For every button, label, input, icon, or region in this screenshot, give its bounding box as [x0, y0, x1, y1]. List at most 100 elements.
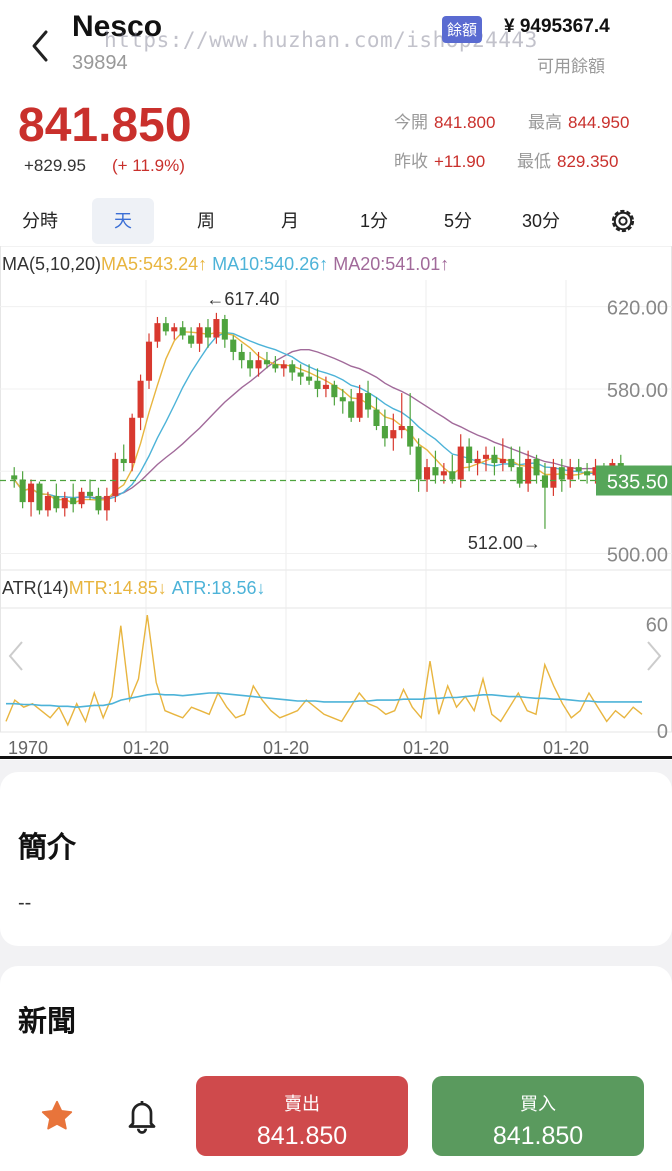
- candle-body-2: [28, 483, 35, 503]
- stat-prev-close: 昨收 +11.90: [394, 147, 485, 172]
- candle-body-9: [87, 491, 94, 496]
- candle-body-63: [541, 475, 548, 488]
- price-axis: 620.00580.00540.00500.00535.50: [0, 298, 672, 567]
- min-price-annotation: 512.00→: [468, 533, 541, 553]
- price-tick-3: 500.00: [607, 545, 668, 567]
- candle-body-27: [238, 351, 245, 361]
- stock-detail-panel: Nesco 39894 https://www.huzhan.com/ishop…: [0, 0, 672, 760]
- candle-body-56: [482, 454, 490, 459]
- tab-week[interactable]: 周: [176, 198, 236, 244]
- scroll-left-icon: [8, 641, 23, 671]
- atr-tick-0: 60: [646, 615, 668, 637]
- candle-body-0: [11, 475, 18, 480]
- candle-body-52: [449, 471, 456, 480]
- candle-body-26: [230, 339, 237, 352]
- candle-body-49: [423, 467, 431, 480]
- candle-body-3: [36, 483, 43, 511]
- current-price-tag-label: 535.50: [607, 472, 668, 494]
- stat-high: 最高 844.950: [528, 108, 629, 133]
- candle-body-30: [263, 360, 270, 365]
- gear-icon[interactable]: [608, 206, 638, 236]
- candle-body-33: [289, 364, 296, 373]
- candle-body-6: [61, 498, 68, 509]
- candle-body-58: [499, 458, 506, 464]
- stat-open: 今開 841.800: [394, 108, 495, 133]
- ma20-legend: MA20:541.01↑: [333, 254, 450, 274]
- candle-body-66: [567, 467, 574, 480]
- star-icon[interactable]: [38, 1098, 76, 1134]
- candle-body-36: [314, 380, 321, 389]
- atr-legend-label: ATR(14): [2, 578, 69, 598]
- candle-body-5: [53, 495, 60, 509]
- candle-body-50: [432, 467, 439, 476]
- action-bar: 賣出 841.850 買入 841.850: [0, 1060, 672, 1171]
- candle-body-38: [331, 384, 338, 398]
- candle-body-54: [466, 446, 473, 464]
- candle-body-19: [171, 327, 178, 332]
- stat-low: 最低 829.350: [517, 147, 618, 172]
- candle-body-42: [365, 393, 372, 410]
- sell-label: 賣出: [284, 1094, 320, 1114]
- atr-line: [6, 692, 642, 709]
- x-tick-1: 01-20: [123, 738, 169, 756]
- tab-30min[interactable]: 30分: [510, 198, 572, 244]
- price-chart[interactable]: 620.00580.00540.00500.00535.50 600 19700…: [0, 246, 672, 756]
- mtr-line: [5, 615, 643, 727]
- news-title: 新聞: [18, 1006, 77, 1038]
- stat-prev-label: 昨收: [394, 152, 428, 171]
- candle-body-39: [339, 397, 346, 402]
- x-axis: 1970 01-20 01-20 01-20 01-20: [8, 738, 589, 756]
- back-button[interactable]: [26, 26, 54, 66]
- intro-card: 簡介 --: [0, 772, 672, 946]
- ma5-legend: MA5:543.24↑: [101, 254, 208, 274]
- candle-body-17: [154, 323, 161, 342]
- candle-body-32: [280, 364, 287, 369]
- candle-body-43: [373, 409, 380, 426]
- candle-body-12: [112, 458, 119, 496]
- balance-badge: 餘額: [442, 16, 483, 43]
- x-tick-0: 1970: [8, 738, 48, 756]
- candle-body-7: [70, 498, 77, 505]
- price-tick-1: 580.00: [607, 380, 668, 402]
- candle-body-14: [129, 417, 136, 464]
- sell-button[interactable]: 賣出 841.850: [196, 1076, 408, 1156]
- stat-open-value: 841.800: [434, 113, 496, 132]
- candle-body-28: [247, 360, 254, 369]
- tab-month[interactable]: 月: [260, 198, 320, 244]
- candle-body-61: [525, 458, 532, 484]
- candle-body-51: [440, 471, 447, 476]
- stat-open-label: 今開: [394, 113, 428, 132]
- candle-body-62: [533, 458, 540, 476]
- tab-day[interactable]: 天: [92, 198, 154, 244]
- candle-body-1: [19, 479, 26, 503]
- atr-value-legend: ATR:18.56↓: [171, 578, 266, 598]
- candle-body-15: [137, 380, 144, 418]
- chart-grid: [0, 246, 672, 733]
- stat-low-value: 829.350: [557, 152, 619, 171]
- candle-body-67: [575, 467, 582, 472]
- period-tabs: 分時 天 周 月 1分 5分 30分: [0, 198, 672, 244]
- stat-high-label: 最高: [528, 113, 562, 132]
- buy-button[interactable]: 買入 841.850: [432, 1076, 644, 1156]
- stock-name: Nesco: [72, 10, 163, 43]
- candle-body-53: [457, 446, 464, 480]
- candle-body-13: [120, 458, 127, 464]
- tab-1min[interactable]: 1分: [344, 198, 404, 244]
- tab-intraday[interactable]: 分時: [10, 198, 70, 244]
- candle-body-25: [221, 319, 228, 340]
- candle-body-60: [516, 467, 523, 484]
- intro-body: --: [18, 892, 32, 914]
- balance-label: 可用餘額: [537, 57, 605, 76]
- mtr-legend: MTR:14.85↓: [68, 578, 167, 598]
- stat-high-value: 844.950: [568, 113, 630, 132]
- tab-5min[interactable]: 5分: [428, 198, 488, 244]
- stat-prev-value: +11.90: [434, 152, 486, 171]
- atr-tick-1: 0: [657, 721, 668, 743]
- candles-series: [11, 312, 624, 529]
- candle-body-18: [162, 323, 169, 332]
- candle-body-24: [213, 319, 220, 338]
- candle-body-11: [103, 495, 110, 511]
- candle-body-37: [322, 384, 329, 389]
- candle-body-23: [204, 327, 212, 338]
- bell-icon[interactable]: [124, 1096, 160, 1136]
